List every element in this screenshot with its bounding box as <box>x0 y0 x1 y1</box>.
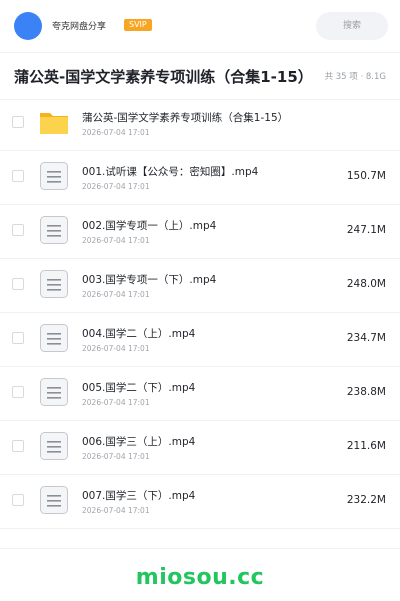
file-name[interactable]: 002.国学专项一（上）.mp4 <box>82 218 216 233</box>
file-name[interactable]: 006.国学三（上）.mp4 <box>82 434 195 449</box>
select-checkbox[interactable] <box>12 224 24 236</box>
file-size: 248.0M <box>346 278 386 290</box>
folder-icon <box>38 106 70 138</box>
video-file-icon <box>38 430 70 462</box>
file-size: 238.8M <box>346 386 386 398</box>
select-checkbox[interactable] <box>12 386 24 398</box>
file-date: 2026-07-04 17:01 <box>82 290 150 299</box>
file-date: 2026-07-04 17:01 <box>82 506 150 515</box>
file-row[interactable]: 002.国学专项一（上）.mp4 2026-07-04 17:01 247.1M <box>0 204 400 259</box>
file-row[interactable]: 003.国学专项一（下）.mp4 2026-07-04 17:01 248.0M <box>0 258 400 313</box>
file-date: 2026-07-04 17:01 <box>82 398 150 407</box>
file-name[interactable]: 蒲公英-国学文学素养专项训练（合集1-15） <box>82 110 288 125</box>
file-date: 2026-07-04 17:01 <box>82 236 150 245</box>
user-name: 夸克网盘分享 <box>52 22 107 32</box>
file-row[interactable]: 004.国学二（上）.mp4 2026-07-04 17:01 234.7M <box>0 312 400 367</box>
share-meta: 共 35 项 · 8.1G <box>324 72 386 82</box>
select-checkbox[interactable] <box>12 440 24 452</box>
search-button[interactable]: 搜索 <box>316 12 388 40</box>
select-checkbox[interactable] <box>12 494 24 506</box>
file-row[interactable]: 007.国学三（下）.mp4 2026-07-04 17:01 232.2M <box>0 474 400 529</box>
file-row[interactable]: 006.国学三（上）.mp4 2026-07-04 17:01 211.6M <box>0 420 400 475</box>
file-size: 211.6M <box>346 440 386 452</box>
file-name[interactable]: 005.国学二（下）.mp4 <box>82 380 195 395</box>
file-size: 232.2M <box>346 494 386 506</box>
file-row[interactable]: 005.国学二（下）.mp4 2026-07-04 17:01 238.8M <box>0 366 400 421</box>
select-checkbox[interactable] <box>12 332 24 344</box>
file-date: 2026-07-04 17:01 <box>82 344 150 353</box>
file-size: 234.7M <box>346 332 386 344</box>
share-title-bar: 蒲公英-国学文学素养专项训练（合集1-15） 共 35 项 · 8.1G <box>0 52 400 100</box>
select-checkbox[interactable] <box>12 116 24 128</box>
file-name[interactable]: 004.国学二（上）.mp4 <box>82 326 195 341</box>
file-row[interactable]: 001.试听课【公众号：密知圈】.mp4 2026-07-04 17:01 150.… <box>0 150 400 205</box>
file-size: 247.1M <box>346 224 386 236</box>
folder-row[interactable]: 蒲公英-国学文学素养专项训练（合集1-15） 2026-07-04 17:01 <box>0 96 400 151</box>
video-file-icon <box>38 214 70 246</box>
video-file-icon <box>38 484 70 516</box>
file-name[interactable]: 001.试听课【公众号：密知圈】.mp4 <box>82 164 258 179</box>
video-file-icon <box>38 160 70 192</box>
file-name[interactable]: 007.国学三（下）.mp4 <box>82 488 195 503</box>
video-file-icon <box>38 268 70 300</box>
file-date: 2026-07-04 17:01 <box>82 128 150 137</box>
svip-badge: SVIP <box>124 19 152 31</box>
select-checkbox[interactable] <box>12 278 24 290</box>
file-name[interactable]: 003.国学专项一（下）.mp4 <box>82 272 216 287</box>
avatar[interactable] <box>14 12 42 40</box>
watermark: miosou.cc <box>135 565 265 590</box>
file-size: 150.7M <box>346 170 386 182</box>
file-date: 2026-07-04 17:01 <box>82 182 150 191</box>
file-date: 2026-07-04 17:01 <box>82 452 150 461</box>
share-title: 蒲公英-国学文学素养专项训练（合集1-15） <box>14 68 313 86</box>
video-file-icon <box>38 322 70 354</box>
video-file-icon <box>38 376 70 408</box>
header: 夸克网盘分享 SVIP 搜索 <box>0 0 400 52</box>
footer: miosou.cc <box>0 548 400 601</box>
select-checkbox[interactable] <box>12 170 24 182</box>
